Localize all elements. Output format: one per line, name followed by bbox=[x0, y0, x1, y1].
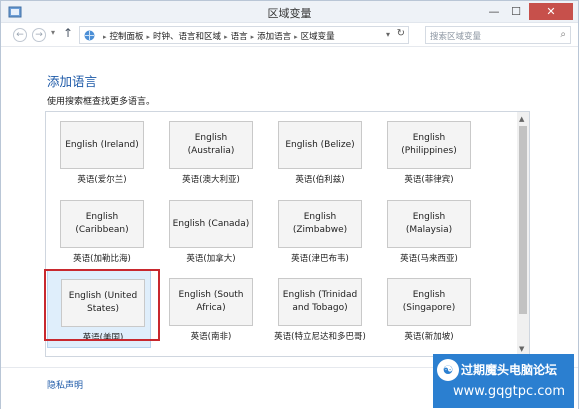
breadcrumb-item[interactable]: 区域变量 bbox=[301, 32, 335, 42]
language-tile-caption: 英语(特立尼达和多巴哥) bbox=[274, 332, 366, 342]
language-tile[interactable]: English (South Africa) 英语(南非) bbox=[156, 270, 260, 348]
language-tile-caption: 英语(新加坡) bbox=[404, 332, 454, 342]
watermark-badge: ☯ 过期魔头电脑论坛 www.gqgtpc.com bbox=[433, 354, 574, 408]
language-tile[interactable]: English (Australia) 英语(澳大利亚) bbox=[156, 113, 260, 191]
breadcrumb-item[interactable]: 控制面板 bbox=[110, 32, 144, 42]
language-tile[interactable]: English (Malaysia) 英语(马来西亚) bbox=[374, 192, 478, 270]
watermark-logo-icon: ☯ bbox=[437, 359, 459, 381]
language-tile-partial[interactable] bbox=[265, 349, 369, 356]
language-tile-caption: 英语(南非) bbox=[190, 332, 232, 342]
watermark-url: www.gqgtpc.com bbox=[453, 384, 565, 399]
language-tile-button[interactable]: English (Zimbabwe) bbox=[278, 200, 362, 248]
language-tile-caption: 英语(菲律宾) bbox=[404, 175, 454, 185]
language-tile[interactable]: English (Philippines) 英语(菲律宾) bbox=[374, 113, 478, 191]
language-tile-partial[interactable] bbox=[47, 349, 151, 356]
selection-highlight-frame bbox=[44, 269, 160, 341]
language-tile-caption: 英语(加拿大) bbox=[186, 254, 236, 264]
breadcrumb: ▸ 控制面板 ▸ 时钟、语言和区域 ▸ 语言 ▸ 添加语言 ▸ 区域变量 bbox=[100, 30, 335, 42]
language-tile-caption: 英语(津巴布韦) bbox=[291, 254, 349, 264]
page-title: 添加语言 bbox=[47, 74, 98, 89]
language-tile-button[interactable]: English (Belize) bbox=[278, 121, 362, 169]
language-tile[interactable]: English (Belize) 英语(伯利兹) bbox=[265, 113, 369, 191]
minimize-button[interactable]: — bbox=[483, 3, 505, 20]
language-tile-button[interactable]: English (Canada) bbox=[169, 200, 253, 248]
language-tile-partial[interactable] bbox=[156, 349, 260, 356]
language-tile-caption: 英语(加勒比海) bbox=[73, 254, 131, 264]
breadcrumb-item[interactable]: 添加语言 bbox=[257, 32, 291, 42]
language-tile[interactable]: English (Zimbabwe) 英语(津巴布韦) bbox=[265, 192, 369, 270]
maximize-button[interactable]: ☐ bbox=[505, 3, 527, 20]
navigation-bar: ← → ▾ ↑ ▸ 控制面板 ▸ 时钟、语言和区域 ▸ 语言 ▸ 添加语言 ▸ 区域变量 ▾ ↻ … bbox=[1, 23, 578, 47]
language-tile-caption: 英语(爱尔兰) bbox=[77, 175, 127, 185]
scroll-down-icon[interactable]: ▼ bbox=[519, 345, 524, 353]
breadcrumb-separator-icon: ▸ bbox=[103, 33, 107, 41]
privacy-link[interactable]: 隐私声明 bbox=[47, 378, 83, 391]
window: 区域变量 — ☐ ✕ ← → ▾ ↑ ▸ 控制面板 ▸ 时钟、语言和区域 ▸ 语言 ▸ 添加语… bbox=[0, 0, 579, 409]
language-tile-button[interactable]: English (Caribbean) bbox=[60, 200, 144, 248]
watermark-text: 过期魔头电脑论坛 bbox=[461, 363, 558, 377]
close-button[interactable]: ✕ bbox=[529, 3, 573, 20]
scroll-up-icon[interactable]: ▲ bbox=[519, 115, 524, 123]
search-input[interactable]: 搜索区域变量 bbox=[430, 30, 481, 42]
refresh-icon[interactable]: ↻ bbox=[397, 28, 405, 39]
up-button[interactable]: ↑ bbox=[63, 26, 73, 40]
search-box[interactable]: 搜索区域变量 ⌕ bbox=[425, 26, 571, 44]
recent-locations-dropdown-icon[interactable]: ▾ bbox=[51, 28, 55, 37]
language-tile-button[interactable]: English (Malaysia) bbox=[387, 200, 471, 248]
language-tile-button[interactable]: English (South Africa) bbox=[169, 278, 253, 326]
language-tile-caption: 英语(马来西亚) bbox=[400, 254, 458, 264]
language-tile-button[interactable]: English (Singapore) bbox=[387, 278, 471, 326]
breadcrumb-item[interactable]: 时钟、语言和区域 bbox=[153, 32, 221, 42]
breadcrumb-separator-icon: ▸ bbox=[224, 33, 228, 41]
language-tile[interactable]: English (Ireland) 英语(爱尔兰) bbox=[47, 113, 151, 191]
language-tile-button[interactable]: English (Trinidad and Tobago) bbox=[278, 278, 362, 326]
breadcrumb-item[interactable]: 语言 bbox=[231, 32, 248, 42]
language-tile[interactable]: English (Canada) 英语(加拿大) bbox=[156, 192, 260, 270]
language-tile[interactable]: English (Trinidad and Tobago) 英语(特立尼达和多巴… bbox=[265, 270, 369, 348]
control-panel-icon bbox=[84, 30, 95, 41]
breadcrumb-separator-icon: ▸ bbox=[294, 33, 298, 41]
forward-button[interactable]: → bbox=[32, 28, 46, 42]
language-tile[interactable]: English (Caribbean) 英语(加勒比海) bbox=[47, 192, 151, 270]
address-dropdown-icon[interactable]: ▾ bbox=[386, 30, 390, 39]
title-bar: 区域变量 — ☐ ✕ bbox=[1, 1, 578, 23]
vertical-scrollbar[interactable]: ▲ ▼ bbox=[517, 112, 529, 356]
language-tile-button[interactable]: English (Australia) bbox=[169, 121, 253, 169]
breadcrumb-separator-icon: ▸ bbox=[146, 33, 151, 41]
language-tile-button[interactable]: English (Ireland) bbox=[60, 121, 144, 169]
scroll-thumb[interactable] bbox=[519, 126, 527, 314]
language-tile-button[interactable]: English (Philippines) bbox=[387, 121, 471, 169]
address-bar[interactable]: ▸ 控制面板 ▸ 时钟、语言和区域 ▸ 语言 ▸ 添加语言 ▸ 区域变量 ▾ ↻ bbox=[79, 26, 409, 44]
search-icon[interactable]: ⌕ bbox=[560, 29, 566, 40]
back-button[interactable]: ← bbox=[13, 28, 27, 42]
language-tile[interactable]: English (Singapore) 英语(新加坡) bbox=[374, 270, 478, 348]
language-tile-caption: 英语(伯利兹) bbox=[295, 175, 345, 185]
breadcrumb-separator-icon: ▸ bbox=[250, 33, 255, 41]
page-subtitle: 使用搜索框查找更多语言。 bbox=[47, 97, 156, 107]
language-tile-caption: 英语(澳大利亚) bbox=[182, 175, 240, 185]
